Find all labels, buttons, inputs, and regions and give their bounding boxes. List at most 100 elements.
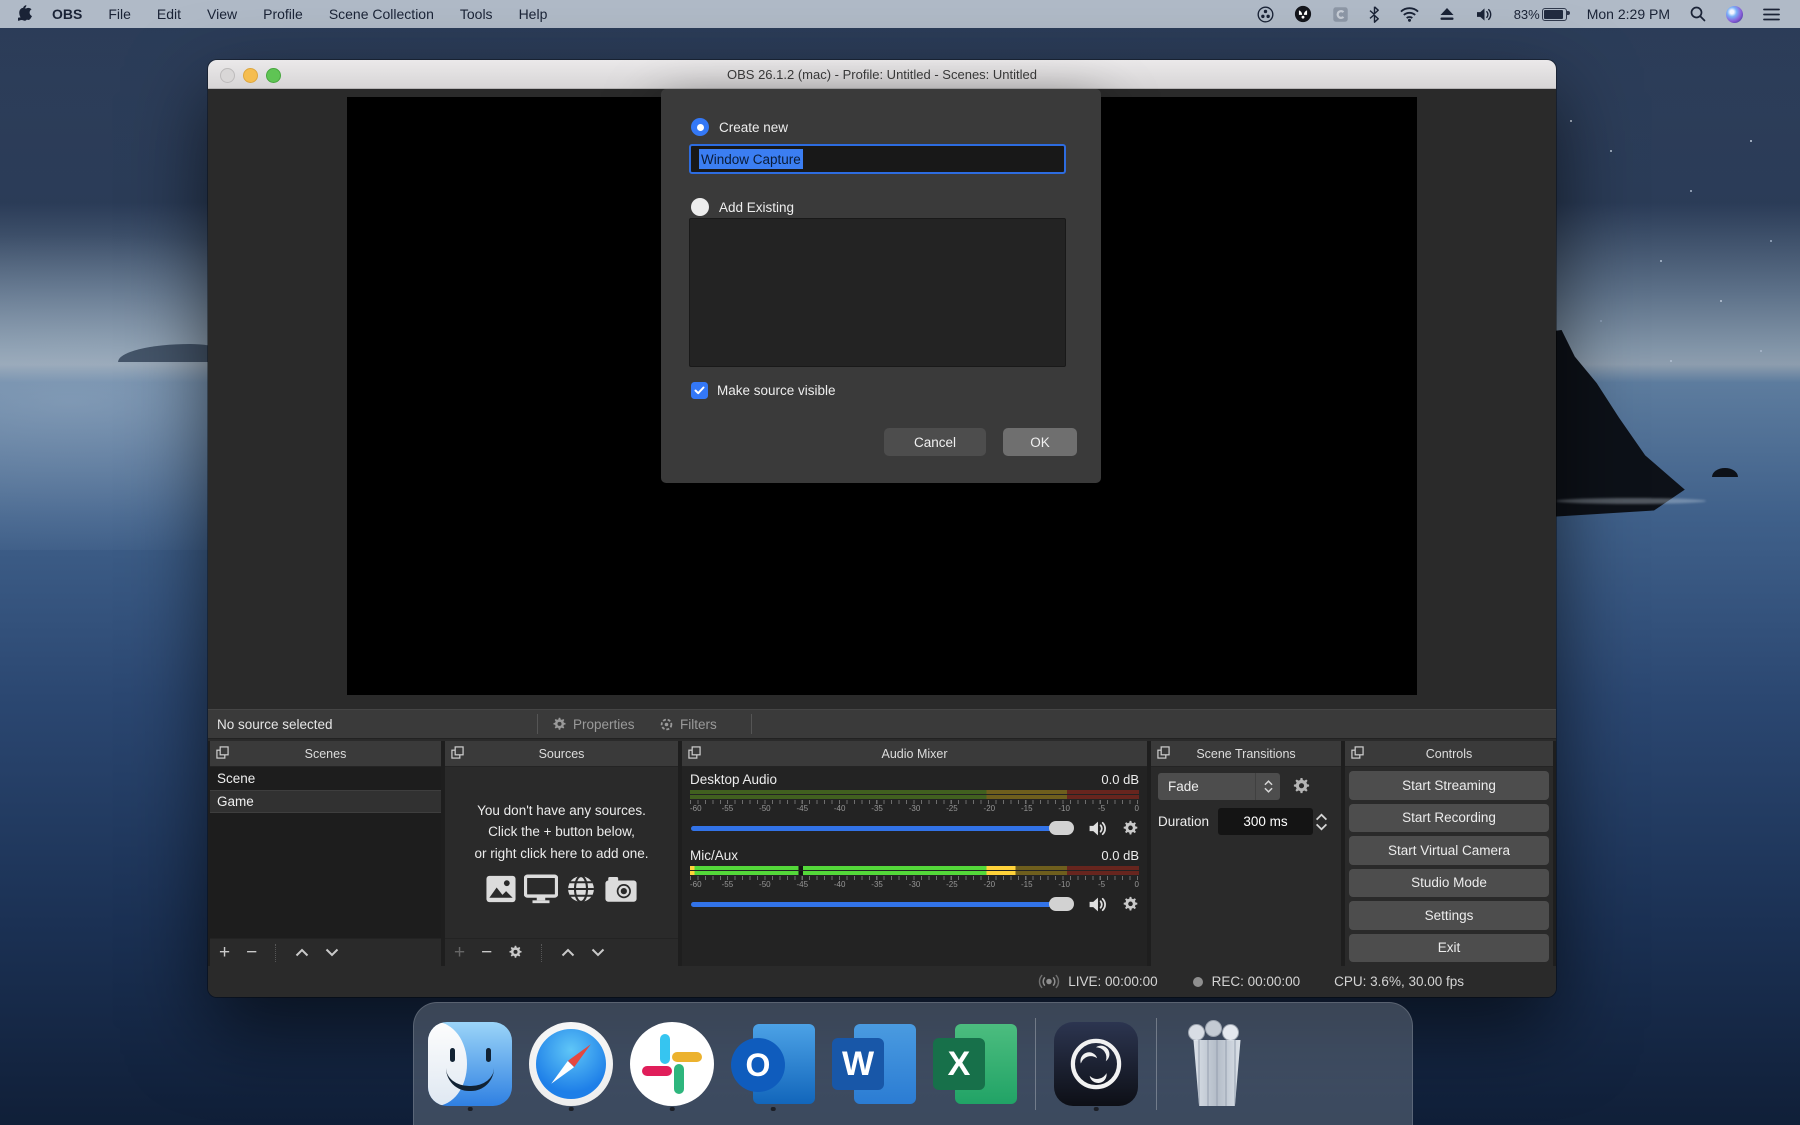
sources-panel-header[interactable]: Sources xyxy=(445,741,678,767)
dock-separator xyxy=(1035,1018,1036,1110)
desktop-audio-volume-slider[interactable] xyxy=(691,826,1072,831)
desktop-audio-settings-button[interactable] xyxy=(1122,820,1139,837)
menubar-item-edit[interactable]: Edit xyxy=(144,0,194,28)
move-source-up-button[interactable] xyxy=(561,948,575,957)
mic-aux-mute-button[interactable] xyxy=(1088,896,1109,913)
start-virtual-camera-button[interactable]: Start Virtual Camera xyxy=(1349,836,1549,865)
menubar-item-view[interactable]: View xyxy=(194,0,250,28)
dock-item-slack[interactable] xyxy=(628,1016,716,1112)
source-name-input[interactable]: Window Capture xyxy=(689,144,1066,174)
transition-select-stepper[interactable] xyxy=(1255,773,1280,800)
close-window-button[interactable] xyxy=(220,68,235,83)
dock-item-word[interactable]: W xyxy=(830,1016,918,1112)
spotlight-icon[interactable] xyxy=(1680,0,1716,28)
cancel-button[interactable]: Cancel xyxy=(884,428,986,456)
battery-status[interactable]: 83% xyxy=(1504,0,1577,28)
scene-row[interactable]: Scene xyxy=(210,767,441,790)
duration-label: Duration xyxy=(1158,814,1209,829)
minimize-window-button[interactable] xyxy=(243,68,258,83)
scenes-list[interactable]: SceneGame xyxy=(210,767,441,938)
ok-button[interactable]: OK xyxy=(1003,428,1077,456)
menubar-item-profile[interactable]: Profile xyxy=(250,0,316,28)
scenes-panel: Scenes SceneGame + − xyxy=(210,741,441,966)
properties-button[interactable]: Properties xyxy=(552,710,635,738)
menubar-item-obs[interactable]: OBS xyxy=(39,0,95,28)
menubar-clock[interactable]: Mon 2:29 PM xyxy=(1577,0,1680,28)
menubar-item-help[interactable]: Help xyxy=(506,0,561,28)
start-streaming-button[interactable]: Start Streaming xyxy=(1349,771,1549,800)
create-new-radio[interactable] xyxy=(691,118,709,136)
wifi-icon[interactable] xyxy=(1390,0,1429,28)
make-source-visible-checkbox[interactable] xyxy=(691,382,708,399)
dock-item-finder[interactable] xyxy=(426,1016,514,1112)
running-indicator xyxy=(569,1107,574,1112)
make-source-visible-row[interactable]: Make source visible xyxy=(691,380,836,400)
remove-scene-button[interactable]: − xyxy=(246,943,257,962)
menubar-item-file[interactable]: File xyxy=(95,0,144,28)
create-new-label: Create new xyxy=(719,120,788,135)
scene-transitions-panel-header[interactable]: Scene Transitions xyxy=(1151,741,1341,767)
db-tick-label: -25 xyxy=(946,880,958,889)
db-tick-label: -50 xyxy=(759,880,771,889)
menu-list-icon[interactable] xyxy=(1753,0,1790,28)
duration-stepper[interactable] xyxy=(1315,813,1328,831)
existing-sources-list[interactable] xyxy=(689,218,1066,367)
source-properties-button[interactable] xyxy=(508,945,523,960)
running-indicator xyxy=(1094,1107,1099,1112)
dock-item-safari[interactable] xyxy=(527,1016,615,1112)
exit-button[interactable]: Exit xyxy=(1349,934,1549,963)
bluetooth-icon[interactable] xyxy=(1359,0,1390,28)
dock-item-excel[interactable]: X xyxy=(931,1016,1019,1112)
add-scene-button[interactable]: + xyxy=(219,943,230,962)
slack-icon xyxy=(630,1022,714,1106)
wallpaper-stars xyxy=(1570,120,1572,122)
filters-button[interactable]: Filters xyxy=(659,710,717,738)
c-app-status-icon[interactable] xyxy=(1322,0,1359,28)
dock-item-outlook[interactable]: O xyxy=(729,1016,817,1112)
transition-properties-button[interactable] xyxy=(1292,777,1311,796)
scenes-panel-header[interactable]: Scenes xyxy=(210,741,441,767)
mic-aux-volume-slider[interactable] xyxy=(691,902,1072,907)
move-source-down-button[interactable] xyxy=(591,948,605,957)
panel-popout-icon xyxy=(1351,746,1364,759)
duration-spinbox[interactable]: 300 ms xyxy=(1218,808,1313,835)
running-indicator xyxy=(670,1107,675,1112)
controls-panel-title: Controls xyxy=(1426,747,1473,761)
remove-source-button[interactable]: − xyxy=(481,943,492,962)
db-tick-label: -30 xyxy=(909,804,921,813)
transition-select[interactable]: Fade xyxy=(1158,773,1280,800)
start-recording-button[interactable]: Start Recording xyxy=(1349,804,1549,833)
penguin-app-status-icon[interactable] xyxy=(1284,0,1322,28)
add-existing-radio[interactable] xyxy=(691,198,709,216)
dock-item-obs[interactable] xyxy=(1052,1016,1140,1112)
studio-mode-button[interactable]: Studio Mode xyxy=(1349,869,1549,898)
move-scene-down-button[interactable] xyxy=(325,948,339,957)
volume-icon[interactable] xyxy=(1465,0,1504,28)
audio-mixer-panel-header[interactable]: Audio Mixer xyxy=(682,741,1147,767)
menubar-item-tools[interactable]: Tools xyxy=(447,0,506,28)
sources-empty-state[interactable]: You don't have any sources. Click the + … xyxy=(445,767,678,938)
add-existing-radio-row[interactable]: Add Existing xyxy=(691,197,794,217)
menubar-item-scene-collection[interactable]: Scene Collection xyxy=(316,0,447,28)
siri-icon[interactable] xyxy=(1716,0,1753,28)
controls-panel-header[interactable]: Controls xyxy=(1345,741,1553,767)
move-scene-up-button[interactable] xyxy=(295,948,309,957)
image-source-icon xyxy=(485,874,517,904)
mic-aux-settings-button[interactable] xyxy=(1122,896,1139,913)
dock-item-trash[interactable] xyxy=(1173,1016,1261,1112)
panel-popout-icon xyxy=(451,746,464,759)
zoom-window-button[interactable] xyxy=(266,68,281,83)
apple-menu-icon[interactable] xyxy=(18,5,33,23)
scene-row[interactable]: Game xyxy=(210,790,441,813)
db-tick-label: -25 xyxy=(946,804,958,813)
window-titlebar[interactable]: OBS 26.1.2 (mac) - Profile: Untitled - S… xyxy=(208,60,1556,89)
settings-button[interactable]: Settings xyxy=(1349,901,1549,930)
window-title: OBS 26.1.2 (mac) - Profile: Untitled - S… xyxy=(727,67,1037,82)
obs-status-icon[interactable] xyxy=(1247,0,1284,28)
slider-handle[interactable] xyxy=(1049,897,1074,911)
eject-icon[interactable] xyxy=(1429,0,1465,28)
add-source-button[interactable]: + xyxy=(454,943,465,962)
create-new-radio-row[interactable]: Create new xyxy=(691,117,788,137)
slider-handle[interactable] xyxy=(1049,821,1074,835)
desktop-audio-mute-button[interactable] xyxy=(1088,820,1109,837)
